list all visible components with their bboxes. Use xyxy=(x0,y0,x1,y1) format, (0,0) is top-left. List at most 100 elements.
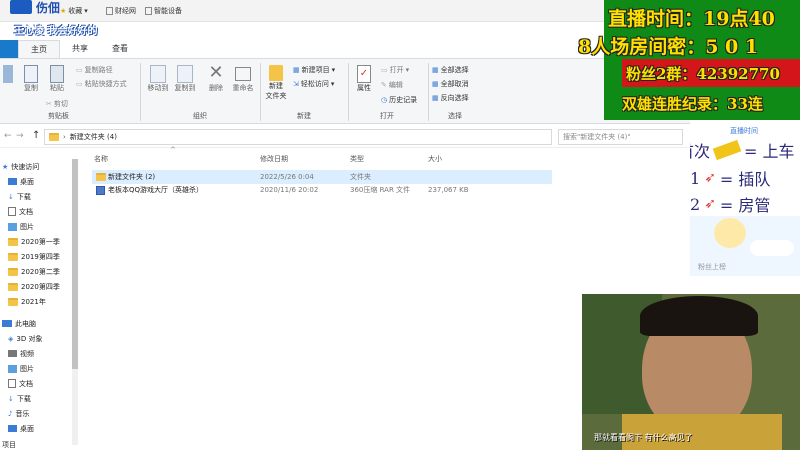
divider xyxy=(260,63,261,121)
edit-button[interactable]: ✎ 编辑 xyxy=(381,80,403,90)
column-date[interactable]: 修改日期 xyxy=(260,154,288,164)
ribbon: 复制 粘贴 ▭ 复制路径 ▭ 粘贴快捷方式 ✂ 剪切 剪贴板 移动到 复制到 ✕ 删除… xyxy=(0,58,690,124)
nav-item-documents[interactable]: 文档 xyxy=(0,376,72,391)
document-icon xyxy=(8,207,16,216)
bookmark-smart-device[interactable]: 智能设备 xyxy=(145,0,182,22)
file-row[interactable]: 新建文件夹 (2) 2022/5/26 0:04 文件夹 xyxy=(92,170,552,184)
picture-icon xyxy=(8,222,17,231)
properties-button[interactable]: ✓ 属性 xyxy=(352,65,376,93)
tab-home[interactable]: 主页 xyxy=(18,40,60,58)
stream-logo xyxy=(10,0,32,14)
nav-item-downloads[interactable]: ↓ 下载 xyxy=(0,391,72,406)
nav-item-folder[interactable]: 2020第四季 xyxy=(0,279,72,294)
cut-button[interactable]: ✂ 剪切 xyxy=(46,99,68,109)
divider xyxy=(348,63,349,121)
file-size: 237,067 KB xyxy=(428,186,469,194)
rules-panel: 直播时间 首次 = 上车 1 ➶ = 插队 2 ➶ = 房管 粉丝上榜 xyxy=(690,120,800,295)
rocket-icon: ➶ xyxy=(704,170,716,186)
desktop-icon xyxy=(8,178,17,185)
pin-quick-access-button[interactable] xyxy=(0,65,16,83)
cloud-icon xyxy=(750,240,794,256)
search-box[interactable]: 搜索"新建文件夹 (4)" xyxy=(558,129,683,145)
folder-icon xyxy=(269,65,283,81)
chevron-down-icon: ▾ xyxy=(330,80,335,88)
nav-item-pictures[interactable]: 图片 xyxy=(0,219,72,234)
delete-button[interactable]: ✕ 删除 xyxy=(204,63,228,93)
picture-icon xyxy=(8,364,17,373)
nav-quick-access[interactable]: ★ 快速访问 xyxy=(0,159,72,174)
bookmark-favorites[interactable]: ★ 收藏 ▾ xyxy=(60,0,88,22)
paste-shortcut-button[interactable]: ▭ 粘贴快捷方式 xyxy=(76,79,127,89)
column-name[interactable]: 名称 xyxy=(94,154,108,164)
paste-button[interactable]: 粘贴 xyxy=(46,65,68,93)
scrollbar-thumb[interactable] xyxy=(72,159,78,369)
scrollbar[interactable] xyxy=(72,159,78,445)
bookmark-caijing[interactable]: 财经网 xyxy=(106,0,136,22)
music-icon: ♪ xyxy=(8,409,13,418)
scissors-icon: ✂ xyxy=(46,100,52,108)
nav-item-folder[interactable]: 2020第一季 xyxy=(0,234,72,249)
address-bar[interactable]: › 新建文件夹 (4) xyxy=(44,129,552,145)
tab-view[interactable]: 查看 xyxy=(100,40,140,58)
column-size[interactable]: 大小 xyxy=(428,154,442,164)
file-date: 2022/5/26 0:04 xyxy=(260,173,314,181)
new-item-button[interactable]: ▦ 新建项目 ▾ xyxy=(293,65,335,75)
nav-item-pictures[interactable]: 图片 xyxy=(0,361,72,376)
nav-this-pc[interactable]: 此电脑 xyxy=(0,316,72,331)
open-button[interactable]: ▭ 打开 ▾ xyxy=(381,65,409,75)
nav-item-desktop[interactable]: 桌面 xyxy=(0,421,72,436)
tab-share[interactable]: 共享 xyxy=(60,40,100,58)
select-group-label: 选择 xyxy=(448,112,462,120)
nav-item-folder[interactable]: 2021年 xyxy=(0,294,72,309)
nav-item-videos[interactable]: 视频 xyxy=(0,346,72,361)
stream-title: 伤佃 xyxy=(36,1,61,15)
path-icon: ▭ xyxy=(76,66,83,74)
search-placeholder: 搜索"新建文件夹 (4)" xyxy=(563,133,631,141)
rule-2: 2 ➶ = 房管 xyxy=(690,194,771,216)
divider xyxy=(140,63,141,121)
nav-item-3d-objects[interactable]: ◈ 3D 对象 xyxy=(0,331,72,346)
easy-access-button[interactable]: ⇲ 轻松访问 ▾ xyxy=(293,79,334,89)
open-group-label: 打开 xyxy=(380,112,394,120)
video-icon xyxy=(8,350,17,357)
document-icon xyxy=(8,379,16,388)
rename-button[interactable]: 重命名 xyxy=(231,65,255,93)
copy-to-button[interactable]: 复制到 xyxy=(173,65,197,93)
nav-item-downloads[interactable]: ↓ 下载 xyxy=(0,189,72,204)
panel-footer: 粉丝上榜 xyxy=(698,263,726,271)
nav-item-folder[interactable]: 2020第二季 xyxy=(0,264,72,279)
nav-item-documents[interactable]: 文档 xyxy=(0,204,72,219)
shortcut-icon: ▭ xyxy=(76,80,83,88)
actor-hair xyxy=(640,296,758,336)
move-to-button[interactable]: 移动到 xyxy=(146,65,170,93)
invert-icon: ▦ xyxy=(432,94,439,102)
nav-item-folder[interactable]: 2019第四季 xyxy=(0,249,72,264)
nav-item-music[interactable]: ♪ 音乐 xyxy=(0,406,72,421)
computer-icon xyxy=(2,320,12,327)
back-arrow-icon[interactable]: ← xyxy=(4,131,12,141)
address-path: 新建文件夹 (4) xyxy=(69,133,117,141)
forward-arrow-icon[interactable]: → xyxy=(16,131,24,141)
history-button[interactable]: ◷ 历史记录 xyxy=(381,95,417,105)
select-none-button[interactable]: ▦ 全部取消 xyxy=(432,79,469,89)
up-arrow-icon[interactable]: ↑ xyxy=(32,130,40,141)
copy-to-icon xyxy=(177,65,193,83)
rule-first: 首次 = 上车 xyxy=(690,138,795,162)
copy-icon xyxy=(24,65,38,83)
column-type[interactable]: 类型 xyxy=(350,154,364,164)
panel-header: 直播时间 xyxy=(730,127,758,135)
move-icon xyxy=(150,65,166,83)
nav-item-desktop[interactable]: 桌面 xyxy=(0,174,72,189)
select-all-button[interactable]: ▦ 全部选择 xyxy=(432,65,469,75)
tab-file[interactable] xyxy=(0,40,18,58)
file-type: 360压缩 RAR 文件 xyxy=(350,186,411,194)
new-folder-button[interactable]: 新建 文件夹 xyxy=(262,65,290,101)
copy-path-button[interactable]: ▭ 复制路径 xyxy=(76,65,113,75)
copy-button[interactable]: 复制 xyxy=(20,65,42,93)
invert-selection-button[interactable]: ▦ 反向选择 xyxy=(432,93,469,103)
clipboard-icon xyxy=(50,65,64,83)
video-subtitle: 那就看看阁下 有什么高见了 xyxy=(594,433,693,442)
chevron-down-icon: ▾ xyxy=(84,7,88,15)
address-bar-row: ← → ↑ › 新建文件夹 (4) 搜索"新建文件夹 (4)" xyxy=(0,126,690,148)
file-row[interactable]: 老板本QQ游戏大厅（英雄杀） 2020/11/6 20:02 360压缩 RAR… xyxy=(92,183,552,197)
